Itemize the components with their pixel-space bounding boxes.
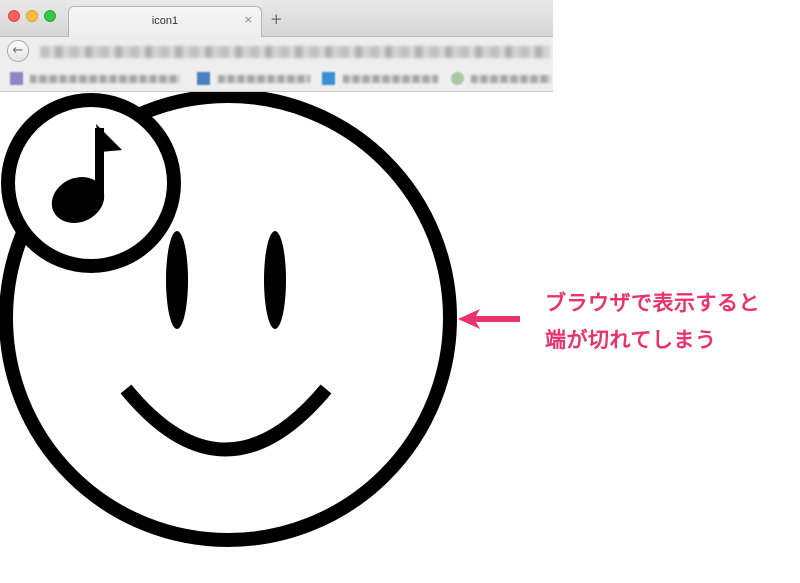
address-bar[interactable] — [40, 46, 550, 58]
bookmark-favicon-icon[interactable] — [322, 72, 335, 85]
annotation-line-1: ブラウザで表示すると — [545, 291, 760, 315]
bookmark-item[interactable] — [30, 75, 180, 83]
right-eye — [264, 231, 286, 329]
annotation-line-2: 端が切れてしまう — [545, 328, 717, 352]
bookmark-favicon-icon[interactable] — [10, 72, 23, 85]
navigation-toolbar: ← — [0, 37, 553, 67]
arrow-left-icon — [458, 309, 520, 329]
annotation-callout: ブラウザで表示すると 端が切れてしまう — [545, 285, 795, 359]
minimize-window-button[interactable] — [26, 10, 38, 22]
page-viewport — [0, 92, 553, 583]
bookmark-favicon-icon[interactable] — [451, 72, 464, 85]
left-eye — [166, 231, 188, 329]
title-bar: icon1 × + — [0, 0, 553, 37]
close-window-button[interactable] — [8, 10, 20, 22]
new-tab-icon[interactable]: + — [270, 12, 283, 27]
bookmark-item[interactable] — [471, 75, 551, 83]
close-icon[interactable]: × — [244, 13, 253, 26]
bookmark-item[interactable] — [343, 75, 438, 83]
browser-window: icon1 × + ← — [0, 0, 553, 583]
tab-title: icon1 — [151, 15, 179, 27]
screenshot-stage: icon1 × + ← ブラウザで表示すると 端が切れてしまう — [0, 0, 800, 583]
tab-icon1[interactable]: icon1 × — [68, 6, 262, 37]
back-button[interactable]: ← — [7, 40, 29, 62]
bookmarks-bar — [0, 67, 553, 92]
bookmark-item[interactable] — [218, 75, 310, 83]
back-arrow-icon: ← — [12, 43, 24, 58]
smiley-icon-graphic — [0, 92, 457, 547]
zoom-window-button[interactable] — [44, 10, 56, 22]
bookmark-favicon-icon[interactable] — [197, 72, 210, 85]
